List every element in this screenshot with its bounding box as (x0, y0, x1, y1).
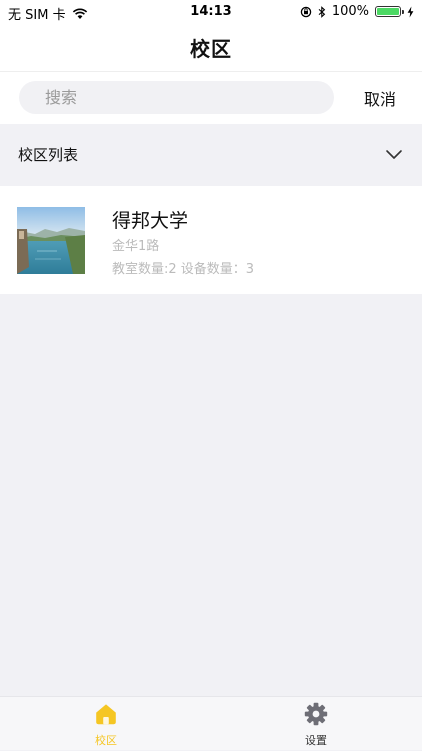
campus-address: 金华1路 (112, 239, 160, 254)
campus-list-header[interactable]: 校区列表 (0, 124, 422, 184)
battery-icon (375, 6, 404, 17)
search-input[interactable] (19, 81, 334, 114)
charging-icon (407, 6, 414, 17)
gear-icon (304, 702, 328, 726)
campus-list-item[interactable]: 得邦大学 金华1路 教室数量:2 设备数量：3 (0, 186, 422, 294)
status-bar: 无 SIM 卡 14:13 100% (0, 0, 422, 24)
battery-percent: 100% (331, 4, 369, 19)
tab-campus-label: 校区 (95, 734, 117, 747)
campus-thumbnail (17, 207, 85, 274)
tab-campus[interactable]: 校区 (76, 697, 136, 751)
tab-settings[interactable]: 设置 (286, 697, 346, 751)
home-icon (96, 704, 116, 725)
page-title: 校区 (190, 37, 232, 61)
section-title: 校区列表 (18, 145, 79, 164)
campus-stats: 教室数量:2 设备数量：3 (112, 262, 255, 277)
tab-bar: 校区 设置 (0, 696, 422, 750)
bluetooth-icon (318, 5, 326, 18)
search-bar: 取消 (0, 72, 422, 124)
campus-name: 得邦大学 (112, 210, 189, 232)
navigation-bar: 校区 (0, 24, 422, 72)
orientation-lock-icon (300, 6, 312, 17)
cancel-button[interactable]: 取消 (352, 86, 408, 110)
chevron-down-icon (386, 150, 402, 159)
tab-settings-label: 设置 (305, 734, 327, 747)
